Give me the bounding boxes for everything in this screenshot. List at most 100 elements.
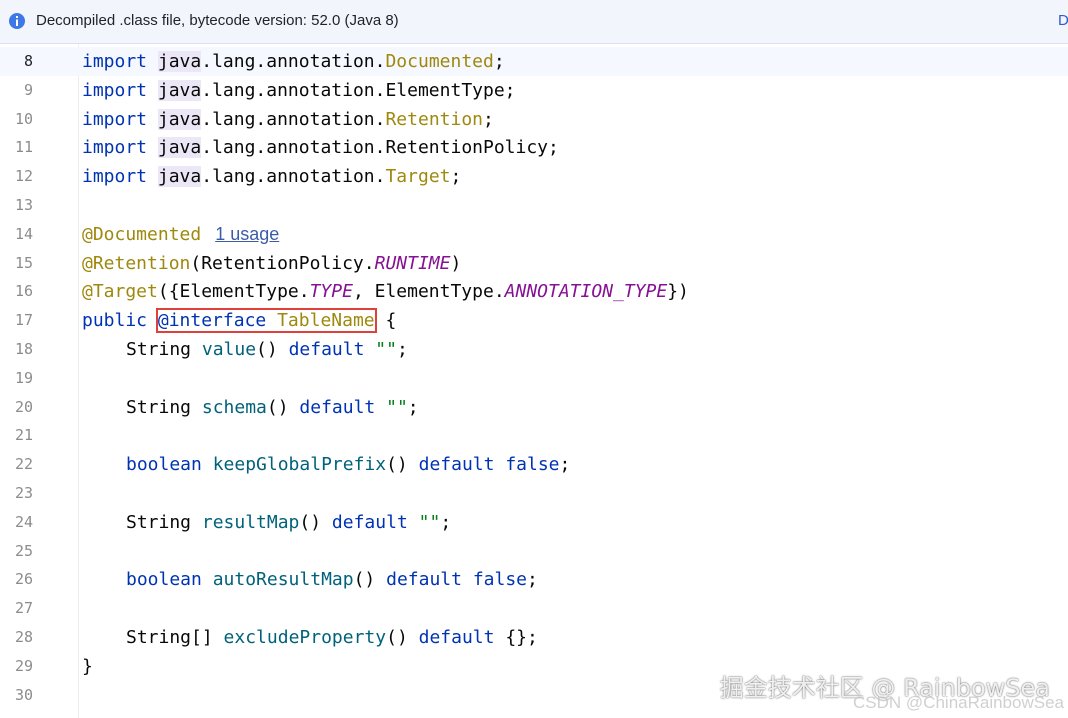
- code-line[interactable]: 20 String schema() default "";: [0, 393, 1068, 422]
- code-text: String[] excludeProperty() default {};: [82, 623, 538, 652]
- code-line[interactable]: 18 String value() default "";: [0, 335, 1068, 364]
- code-token: ;: [559, 454, 571, 476]
- code-text: String value() default "";: [82, 335, 408, 364]
- code-token: "": [418, 511, 441, 533]
- code-token: java: [157, 79, 202, 101]
- code-line[interactable]: 10 import java.lang.annotation.Retention;: [0, 105, 1068, 134]
- code-token: .lang.annotation.RetentionPolicy;: [201, 137, 559, 159]
- code-token: {};: [494, 627, 538, 648]
- code-token: Documented: [385, 51, 494, 72]
- code-token: String: [126, 511, 202, 533]
- code-text: import java.lang.annotation.Retention;: [82, 105, 494, 134]
- code-line[interactable]: 14 @Documented 1 usage: [0, 220, 1068, 249]
- line-number: 13: [14, 196, 33, 214]
- code-token: java: [157, 137, 202, 159]
- line-number: 12: [14, 167, 33, 186]
- code-token: ;: [450, 166, 462, 188]
- code-line[interactable]: 27: [0, 594, 1068, 623]
- line-number: 19: [14, 368, 33, 387]
- code-token: TYPE: [309, 281, 353, 303]
- line-number: 29: [14, 656, 33, 675]
- code-line[interactable]: 13: [0, 191, 1068, 220]
- code-text: boolean keepGlobalPrefix() default false…: [82, 450, 570, 479]
- code-token: }: [82, 655, 93, 677]
- usage-link[interactable]: 1 usage: [215, 224, 279, 244]
- code-token: ANNOTATION_TYPE: [504, 281, 668, 303]
- code-text: @Retention(RetentionPolicy.RUNTIME): [82, 249, 461, 278]
- line-number: 14: [14, 224, 33, 243]
- code-token: (): [256, 339, 289, 360]
- code-line[interactable]: 11 import java.lang.annotation.RetentionP…: [0, 133, 1068, 162]
- code-token: (): [353, 569, 387, 591]
- code-token: }): [667, 281, 689, 303]
- code-token: ): [450, 252, 462, 274]
- code-text: @Target({ElementType.TYPE, ElementType.A…: [82, 277, 689, 306]
- code-token: Target: [385, 166, 451, 188]
- code-text: import java.lang.annotation.Documented;: [82, 47, 505, 76]
- line-number: 10: [14, 109, 33, 128]
- code-line[interactable]: 26 boolean autoResultMap() default false;: [0, 565, 1068, 594]
- code-line[interactable]: 12 import java.lang.annotation.Target;: [0, 162, 1068, 191]
- code-token: import: [82, 166, 148, 188]
- code-text: @Documented 1 usage: [82, 220, 279, 249]
- line-number: 23: [14, 484, 33, 502]
- code-token: @Target: [82, 281, 158, 303]
- code-line[interactable]: 15 @Retention(RetentionPolicy.RUNTIME): [0, 249, 1068, 278]
- code-token: default: [418, 627, 495, 648]
- code-token: default: [288, 339, 365, 360]
- code-token: false: [472, 569, 527, 591]
- line-number: 30: [14, 685, 33, 704]
- decompiled-notice-banner: Decompiled .class file, bytecode version…: [0, 0, 1068, 44]
- code-token: autoResultMap: [212, 569, 354, 591]
- line-number: 22: [14, 455, 33, 474]
- code-line[interactable]: 17 public @interface TableName {: [0, 306, 1068, 335]
- info-icon: [9, 13, 25, 29]
- code-line[interactable]: 16 @Target({ElementType.TYPE, ElementType…: [0, 277, 1068, 306]
- code-line[interactable]: 28 String[] excludeProperty() default {};: [0, 623, 1068, 652]
- code-token: {: [374, 310, 397, 332]
- code-line[interactable]: 23: [0, 479, 1068, 508]
- code-line[interactable]: 25: [0, 537, 1068, 566]
- code-token: default: [386, 569, 462, 591]
- code-token: @Documented: [82, 223, 202, 245]
- line-number: 8: [23, 52, 33, 70]
- code-token: RUNTIME: [374, 252, 451, 274]
- code-text: }: [82, 652, 93, 681]
- line-number: 11: [14, 138, 33, 157]
- line-number: 9: [23, 80, 33, 99]
- code-token: .lang.annotation.: [201, 51, 386, 72]
- code-token: boolean: [126, 569, 202, 591]
- code-line[interactable]: 22 boolean keepGlobalPrefix() default fal…: [0, 450, 1068, 479]
- code-token: ;: [493, 51, 505, 72]
- code-token: import: [82, 137, 148, 159]
- code-token: default: [299, 396, 376, 418]
- code-line[interactable]: 9 import java.lang.annotation.ElementType…: [0, 76, 1068, 105]
- decompiled-notice-text: Decompiled .class file, bytecode version…: [36, 12, 399, 29]
- line-number: 24: [14, 512, 33, 531]
- line-number: 27: [14, 599, 33, 618]
- code-line[interactable]: 19: [0, 364, 1068, 393]
- line-number: 15: [14, 253, 33, 272]
- line-number: 26: [14, 570, 33, 589]
- code-line[interactable]: 8 import java.lang.annotation.Documented;: [0, 47, 1068, 76]
- line-number: 17: [14, 311, 33, 330]
- code-line[interactable]: 21: [0, 421, 1068, 450]
- code-text: import java.lang.annotation.RetentionPol…: [82, 133, 559, 162]
- code-token: public: [82, 310, 148, 332]
- highlight-box: @interface TableName: [155, 308, 377, 334]
- code-token: default: [331, 511, 408, 533]
- code-token: ({ElementType.: [157, 281, 310, 303]
- code-token: Retention: [385, 108, 484, 130]
- code-token: (): [386, 627, 419, 648]
- banner-action-link[interactable]: D: [1058, 12, 1068, 29]
- code-token: import: [82, 108, 148, 130]
- code-line[interactable]: 24 String resultMap() default "";: [0, 508, 1068, 537]
